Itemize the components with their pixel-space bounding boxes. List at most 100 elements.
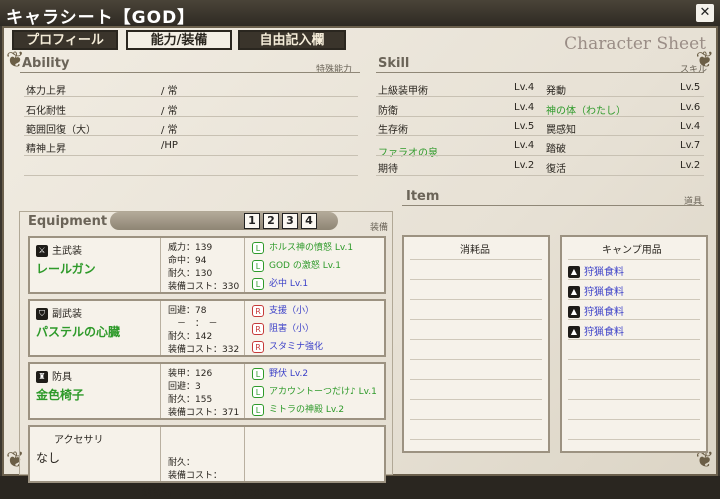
character-sheet-window: キャラシート【GOD】 ✕ プロフィール 能力/装備 自由記入欄 Charact…	[0, 0, 720, 499]
skill-name: 期待	[378, 164, 398, 175]
camp-gear-panel: キャンプ用品 ▲ 狩猟食料 ▲ 狩猟食料 ▲ 狩猟食料 ▲ 狩猟食料	[560, 235, 708, 453]
row-divider	[376, 116, 704, 117]
skill-level: Lv.5	[680, 82, 701, 93]
column-divider	[160, 238, 161, 292]
skill-level: Lv.7	[680, 140, 701, 151]
item-slot-line	[568, 419, 700, 420]
consumables-panel: 消耗品	[402, 235, 550, 453]
camp-item[interactable]: ▲ 狩猟食料	[568, 263, 624, 278]
row-divider	[24, 116, 358, 117]
item-slot-line	[568, 259, 700, 260]
skill-rule	[376, 72, 704, 73]
ability-name: 範囲回復（大）	[26, 125, 96, 136]
item-slot-line	[568, 339, 700, 340]
row-divider	[376, 96, 704, 97]
row-divider	[24, 96, 358, 97]
ability-type: / 常	[161, 86, 178, 97]
skill-name: 防衛	[378, 106, 398, 117]
row-divider	[376, 175, 704, 176]
stat-line: 耐久：	[168, 458, 196, 468]
skill-heading: Skill	[378, 56, 410, 71]
item-slot-line	[410, 359, 542, 360]
ability-name: 精神上昇	[26, 144, 66, 155]
slot-label: ♜ 防具	[36, 368, 72, 383]
tab-profile[interactable]: プロフィール	[12, 30, 118, 50]
camp-item[interactable]: ▲ 狩猟食料	[568, 303, 624, 318]
stat-line: 命中：94	[168, 256, 207, 266]
slot-label: ⛉ 副武装	[36, 305, 82, 320]
equip-skill-row: L アカウントーつだけ♪ Lv.1	[252, 384, 377, 398]
item-slot-line	[410, 299, 542, 300]
camp-item[interactable]: ▲ 狩猟食料	[568, 323, 624, 338]
item-slot-line	[410, 399, 542, 400]
ability-rule	[20, 72, 360, 73]
skill-level: Lv.4	[514, 102, 535, 113]
skill-sub: スキル	[680, 65, 708, 75]
item-slot-line	[410, 379, 542, 380]
stat-line: 耐久：130	[168, 269, 213, 279]
consumables-label: 消耗品	[460, 245, 490, 256]
tent-icon: ▲	[568, 266, 580, 278]
equip-slot-armor[interactable]: ♜ 防具 金色椅子 装甲：126 回避：3 耐久：155 装備コスト：371 L野…	[28, 362, 386, 420]
close-button[interactable]: ✕	[696, 4, 714, 22]
tent-icon: ▲	[568, 306, 580, 318]
equip-skill-row: L ミトラの神殿 Lv.2	[252, 402, 344, 416]
tab-free-notes[interactable]: 自由記入欄	[238, 30, 346, 50]
equip-skill-row: L GOD の激怒 Lv.1	[252, 258, 341, 272]
skill-level: Lv.6	[680, 102, 701, 113]
equipment-page-1-button[interactable]: 1	[244, 213, 260, 229]
equipment-page-2-button[interactable]: 2	[263, 213, 279, 229]
column-divider	[160, 427, 161, 481]
skill-name: 上級装甲術	[378, 86, 428, 97]
corner-ornament-icon: ❦	[695, 448, 714, 473]
item-rule	[402, 205, 704, 206]
ability-name: 体力上昇	[26, 86, 66, 97]
column-divider	[160, 301, 161, 355]
window-title: キャラシート【GOD】	[0, 0, 720, 28]
column-divider	[244, 238, 245, 292]
camp-item[interactable]: ▲ 狩猟食料	[568, 283, 624, 298]
item-slot-line	[568, 399, 700, 400]
stat-line: 装備コスト：330	[168, 282, 240, 292]
equip-skill-row: L ホルス神の憤怒 Lv.1	[252, 240, 353, 254]
equip-slot-main-weapon[interactable]: ⚔ 主武装 レールガン 威力：139 命中：94 耐久：130 装備コスト：330…	[28, 236, 386, 294]
slot-label: アクセサリ	[54, 435, 104, 446]
column-divider	[160, 364, 161, 418]
equipment-page-3-button[interactable]: 3	[282, 213, 298, 229]
equip-slot-sub-weapon[interactable]: ⛉ 副武装 パステルの心臓 回避：78 － ： － 耐久：142 装備コスト：33…	[28, 299, 386, 357]
row-divider	[376, 155, 704, 156]
item-slot-line	[568, 279, 700, 280]
equip-skill-row: R 支援（小）	[252, 303, 314, 317]
equip-skill-row: R スタミナ強化	[252, 339, 323, 353]
skill-level: Lv.4	[680, 121, 701, 132]
slot-label: ⚔ 主武装	[36, 242, 82, 257]
ability-type: / 常	[161, 106, 178, 117]
stat-line: 回避：78	[168, 306, 207, 316]
skill-level: Lv.4	[514, 140, 535, 151]
sheet-panel: プロフィール 能力/装備 自由記入欄 Character Sheet ❦ ❦ ❦…	[2, 26, 718, 499]
skill-name: 発動	[546, 86, 566, 97]
stat-line: 耐久：155	[168, 395, 213, 405]
equip-skill-row: L 必中 Lv.1	[252, 276, 308, 290]
ability-type: / 常	[161, 125, 178, 136]
skill-name: 生存術	[378, 125, 408, 136]
stat-line: 装備コスト：371	[168, 408, 240, 418]
equip-slot-accessory[interactable]: アクセサリ なし 耐久： 装備コスト：	[28, 425, 386, 483]
row-divider	[24, 175, 358, 176]
skill-name: 罠感知	[546, 125, 576, 136]
equipped-item-name: パステルの心臓	[36, 325, 121, 339]
equip-skill-row: L 野伏 Lv.2	[252, 366, 308, 380]
total-equipment-cost: 総装備コスト：1033/1080	[142, 488, 267, 499]
tab-ability-equipment[interactable]: 能力/装備	[126, 30, 232, 50]
stat-line: 威力：139	[168, 243, 213, 253]
skill-name: ファラオの泉	[378, 148, 438, 159]
equipment-page-4-button[interactable]: 4	[301, 213, 317, 229]
item-slot-line	[568, 319, 700, 320]
equipped-item-name: 金色椅子	[36, 388, 85, 402]
item-slot-line	[410, 419, 542, 420]
equipped-item-name: なし	[36, 451, 61, 465]
skill-level: Lv.2	[680, 160, 701, 171]
item-slot-line	[410, 439, 542, 440]
skill-name: 神の体（わたし）	[546, 106, 626, 117]
stat-line: 装備コスト：332	[168, 345, 240, 355]
